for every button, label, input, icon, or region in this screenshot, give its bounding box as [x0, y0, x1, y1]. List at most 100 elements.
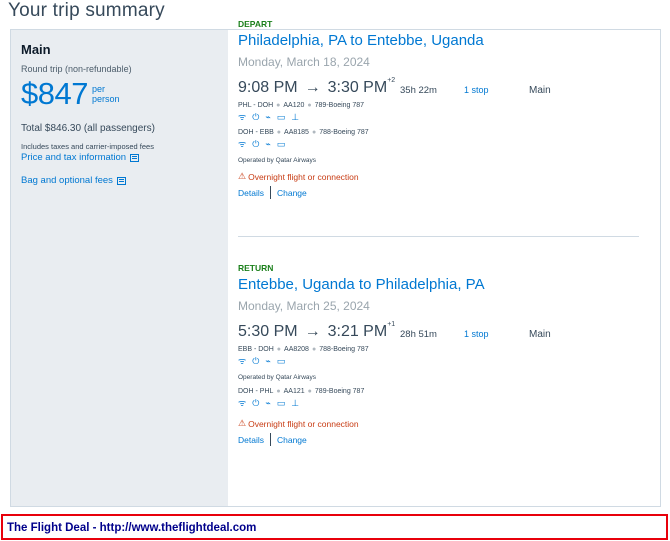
power-outlet-icon: ⏻: [252, 139, 260, 149]
depart-label: DEPART: [238, 19, 273, 29]
depart-date: Monday, March 18, 2024: [238, 55, 370, 69]
bag-fees-link[interactable]: Bag and optional fees: [21, 175, 218, 186]
page-title: Your trip summary: [8, 0, 165, 21]
entertainment-icon: ▭: [276, 112, 286, 122]
depart-route: Philadelphia, PA to Entebbe, Uganda: [238, 32, 484, 49]
wifi-icon: ᯤ: [238, 139, 247, 149]
flight-number: AA8185: [284, 129, 309, 136]
power-outlet-icon: ⏻: [252, 112, 260, 122]
return-label: RETURN: [238, 263, 274, 273]
power-outlet-icon: ⏻: [252, 356, 260, 366]
aircraft: 789-Boeing 787: [314, 388, 365, 395]
depart-leg2-amenities: ᯤ ⏻ ⌁ ▭: [238, 139, 638, 149]
depart-class: Main: [529, 85, 551, 96]
lie-flat-seat-icon: ⊥: [291, 112, 300, 122]
price-tax-info-label[interactable]: Price and tax information: [21, 152, 126, 163]
return-operated-by: Operated by Qatar Airways: [238, 374, 317, 381]
footer-text: The Flight Deal - http://www.theflightde…: [7, 522, 257, 534]
depart-overnight-warning: ⚠ Overnight flight or connection: [238, 171, 638, 182]
per-person-label: per person: [92, 84, 120, 104]
depart-segment: DEPART Philadelphia, PA to Entebbe, Ugan…: [238, 19, 638, 199]
depart-actions: Details Change: [238, 186, 638, 199]
overnight-text: Overnight flight or connection: [248, 418, 359, 429]
wifi-icon: ᯤ: [238, 112, 247, 122]
depart-stops-link[interactable]: 1 stop: [464, 85, 489, 95]
usb-icon: ⌁: [265, 139, 271, 149]
depart-operated-by: Operated by Qatar Airways: [238, 157, 317, 164]
wifi-icon: ᯤ: [238, 356, 247, 366]
warning-icon: ⚠: [238, 418, 247, 428]
price-row: $847 per person: [21, 77, 218, 111]
return-leg1-amenities: ᯤ ⏻ ⌁ ▭: [238, 356, 638, 366]
leg-route: DOH - EBB: [238, 129, 274, 136]
separator-dot-icon: ●: [276, 102, 281, 109]
entertainment-icon: ▭: [276, 356, 286, 366]
return-overnight-warning: ⚠ Overnight flight or connection: [238, 418, 638, 429]
flight-number: AA120: [283, 102, 305, 109]
departure-time: 5:30 PM: [238, 323, 298, 340]
arrival-time: 3:21 PM: [327, 323, 388, 340]
leg-route: PHL - DOH: [238, 102, 274, 109]
wifi-icon: ᯤ: [238, 398, 247, 408]
separator-dot-icon: ●: [307, 102, 312, 109]
external-window-icon: [116, 176, 126, 185]
price-amount: $847: [21, 76, 88, 111]
depart-times: 9:08 PM → 3:30 PM+2: [238, 77, 396, 97]
cabin-title: Main: [21, 42, 51, 57]
depart-details-link[interactable]: Details: [238, 188, 264, 198]
flight-number: AA121: [283, 388, 305, 395]
day-offset: +2: [387, 77, 396, 84]
return-leg1-info: EBB - DOH ● AA8208 ● 788-Boeing 787: [238, 346, 638, 353]
return-actions: Details Change: [238, 433, 638, 446]
usb-icon: ⌁: [265, 398, 271, 408]
separator-dot-icon: ●: [311, 346, 317, 353]
arrow-right-icon: →: [304, 323, 321, 340]
total-price: Total $846.30 (all passengers): [21, 123, 155, 134]
leg-route: DOH - PHL: [238, 388, 274, 395]
separator-dot-icon: ●: [276, 388, 281, 395]
bag-fees-label[interactable]: Bag and optional fees: [21, 175, 113, 186]
separator-dot-icon: ●: [276, 346, 282, 353]
flight-number: AA8208: [284, 346, 309, 353]
arrival-time: 3:30 PM: [327, 79, 388, 96]
return-stops-link[interactable]: 1 stop: [464, 329, 489, 339]
fare-summary-panel: Main Round trip (non-refundable) $847 pe…: [11, 30, 228, 506]
return-class: Main: [529, 329, 551, 340]
depart-duration: 35h 22m: [400, 85, 437, 96]
return-change-link[interactable]: Change: [277, 435, 307, 445]
warning-icon: ⚠: [238, 171, 247, 181]
depart-leg1-amenities: ᯤ ⏻ ⌁ ▭ ⊥: [238, 112, 638, 122]
departure-time: 9:08 PM: [238, 79, 298, 96]
includes-taxes-note: Includes taxes and carrier-imposed fees: [21, 142, 154, 151]
trip-type: Round trip (non-refundable): [21, 64, 132, 74]
price-tax-info-link[interactable]: Price and tax information: [21, 152, 218, 163]
aircraft: 788-Boeing 787: [319, 129, 369, 136]
depart-leg1-info: PHL - DOH ● AA120 ● 789-Boeing 787: [238, 102, 638, 109]
power-outlet-icon: ⏻: [252, 398, 260, 408]
return-times: 5:30 PM → 3:21 PM+1: [238, 321, 395, 341]
segment-divider: [238, 236, 639, 237]
entertainment-icon: ▭: [276, 139, 286, 149]
lie-flat-seat-icon: ⊥: [291, 398, 300, 408]
return-leg2-info: DOH - PHL ● AA121 ● 789-Boeing 787: [238, 388, 638, 395]
return-details-link[interactable]: Details: [238, 435, 264, 445]
leg-route: EBB - DOH: [238, 346, 274, 353]
external-window-icon: [130, 153, 140, 162]
return-duration: 28h 51m: [400, 329, 437, 340]
depart-times-row: 9:08 PM → 3:30 PM+2 35h 22m 1 stop Main: [238, 77, 638, 101]
depart-change-link[interactable]: Change: [277, 188, 307, 198]
return-times-row: 5:30 PM → 3:21 PM+1 28h 51m 1 stop Main: [238, 321, 638, 345]
divider: [269, 433, 271, 446]
separator-dot-icon: ●: [307, 388, 312, 395]
overnight-text: Overnight flight or connection: [248, 171, 359, 182]
return-leg2-amenities: ᯤ ⏻ ⌁ ▭ ⊥: [238, 398, 638, 408]
return-route: Entebbe, Uganda to Philadelphia, PA: [238, 276, 485, 293]
per-label: per: [91, 84, 105, 94]
return-segment: RETURN Entebbe, Uganda to Philadelphia, …: [238, 263, 638, 446]
depart-leg2-info: DOH - EBB ● AA8185 ● 788-Boeing 787: [238, 129, 638, 136]
separator-dot-icon: ●: [311, 129, 317, 136]
aircraft: 789-Boeing 787: [314, 102, 365, 109]
arrow-right-icon: →: [304, 79, 321, 96]
aircraft: 788-Boeing 787: [319, 346, 369, 353]
return-date: Monday, March 25, 2024: [238, 299, 370, 313]
